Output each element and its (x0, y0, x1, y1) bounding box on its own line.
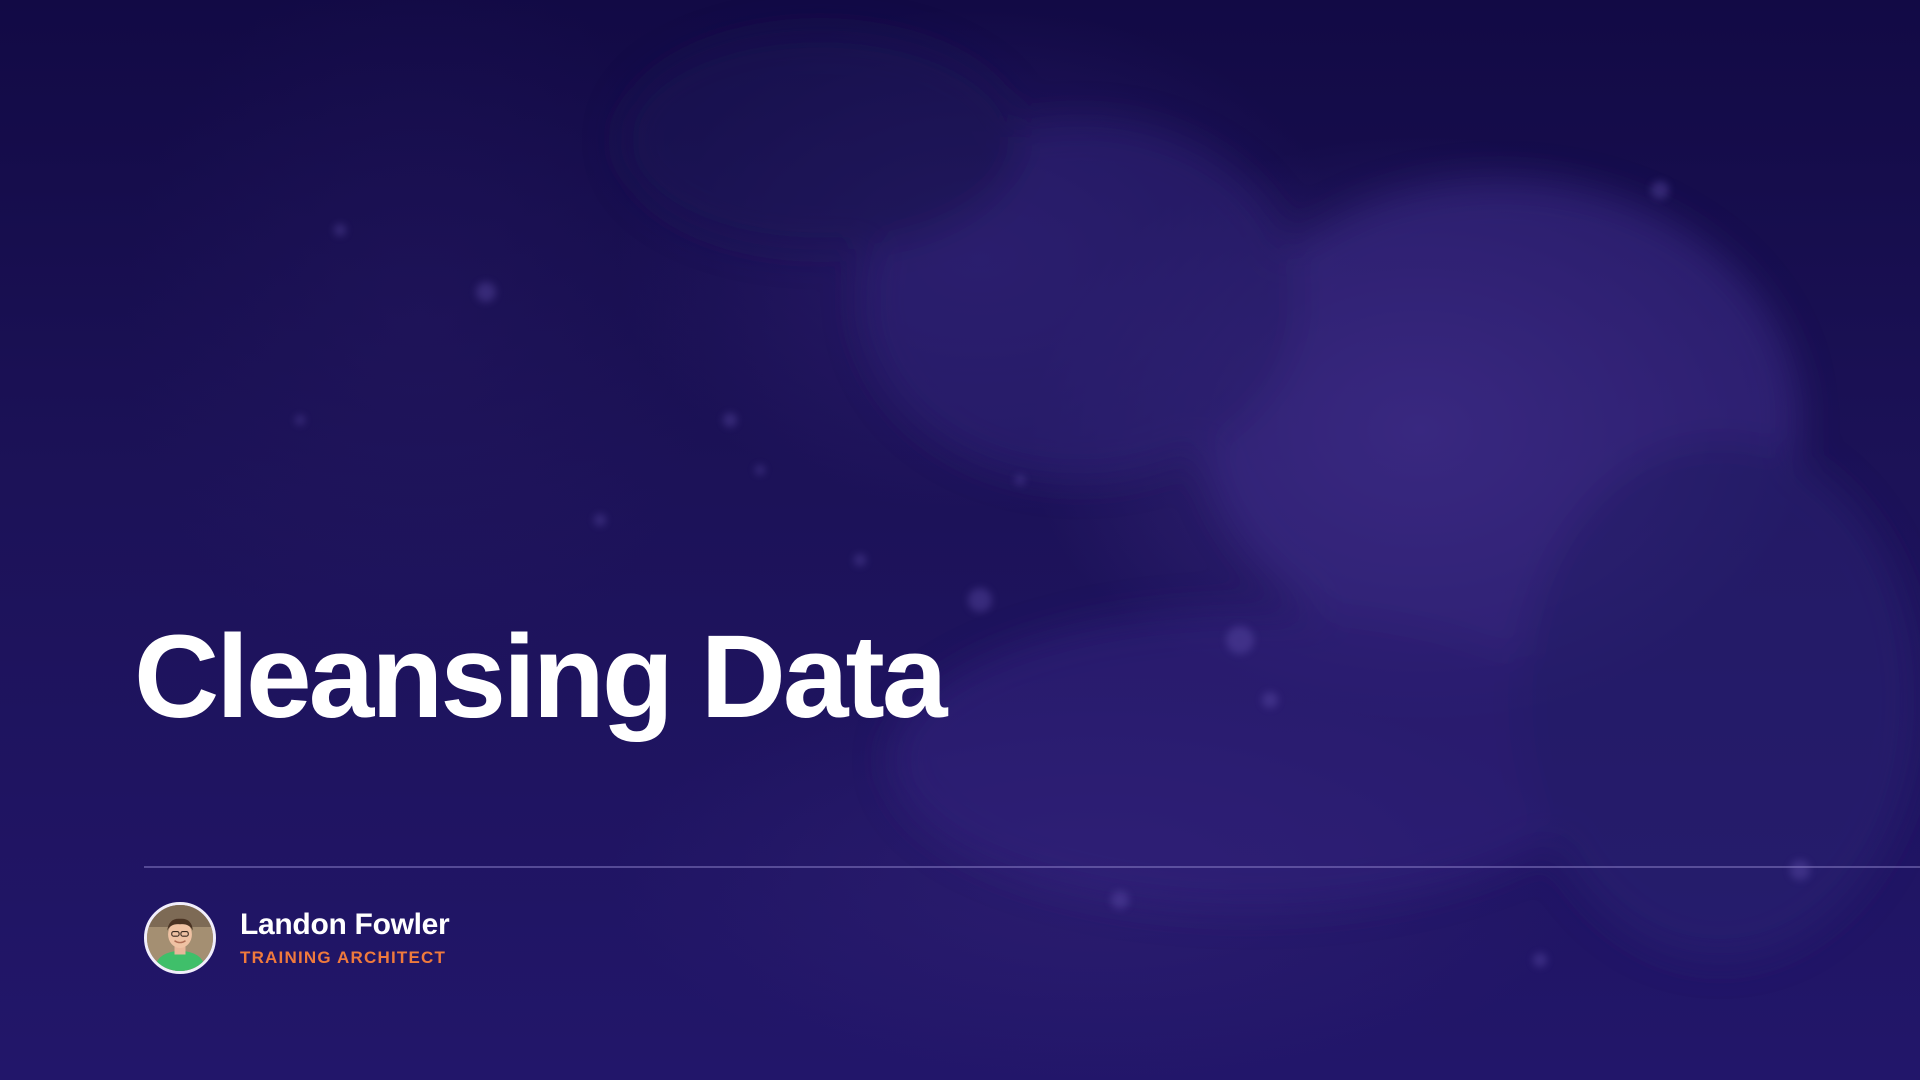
avatar-photo (147, 905, 213, 971)
slide-title: Cleansing Data (134, 611, 947, 743)
presenter-info: Landon Fowler TRAINING ARCHITECT (144, 902, 450, 974)
divider-line (144, 866, 1920, 868)
presenter-role: TRAINING ARCHITECT (240, 948, 447, 968)
presenter-name: Landon Fowler (240, 907, 450, 941)
title-slide: Cleansing Data Landon Fowler TRAINING AR… (0, 0, 1920, 1080)
presenter-avatar (144, 902, 216, 974)
presenter-text: Landon Fowler TRAINING ARCHITECT (240, 907, 450, 969)
